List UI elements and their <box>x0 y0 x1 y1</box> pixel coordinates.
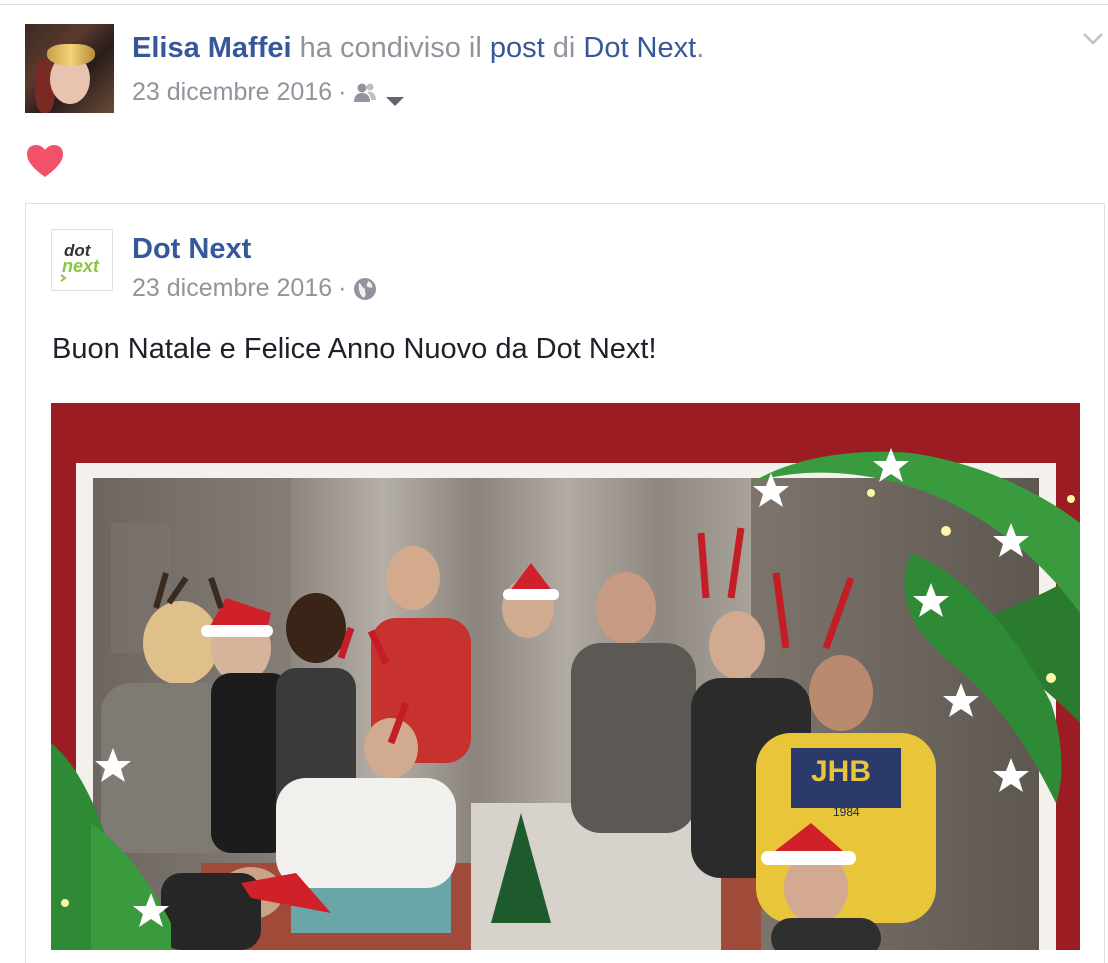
shared-post-meta: 23 dicembre 2016 · <box>132 274 378 303</box>
heart-icon <box>25 143 65 179</box>
author-avatar[interactable] <box>25 24 114 113</box>
share-meta: 23 dicembre 2016 · <box>132 78 406 107</box>
christmas-group-photo[interactable]: JHB 1984 <box>51 403 1080 950</box>
top-divider <box>0 4 1108 5</box>
shared-meta-separator: · <box>338 274 347 302</box>
post-message: Buon Natale e Felice Anno Nuovo da Dot N… <box>52 333 657 365</box>
share-header: Elisa Maffei ha condiviso il post di Dot… <box>132 32 704 65</box>
dot-next-logo[interactable]: dot next <box>51 229 113 291</box>
avatar-mask <box>47 44 95 66</box>
page-name-link[interactable]: Dot Next <box>132 233 251 266</box>
friends-icon[interactable] <box>352 82 380 104</box>
shirt-text: JHB <box>811 755 871 788</box>
shared-post-date-link[interactable]: 23 dicembre 2016 <box>132 274 332 303</box>
globe-icon[interactable] <box>352 276 378 302</box>
audience-dropdown-icon[interactable] <box>384 86 406 106</box>
of-text: di <box>552 32 576 64</box>
meta-separator: · <box>338 78 347 106</box>
author-name-link[interactable]: Elisa Maffei <box>132 32 292 64</box>
chevron-down-icon[interactable] <box>1082 30 1104 48</box>
source-page-link[interactable]: Dot Next <box>583 32 696 64</box>
post-link[interactable]: post <box>490 32 545 64</box>
shirt-number: 1984 <box>833 805 860 819</box>
logo-text-bottom: next <box>62 256 100 276</box>
share-date-link[interactable]: 23 dicembre 2016 <box>132 78 332 107</box>
header-period: . <box>696 32 705 64</box>
share-action-text: ha condiviso il <box>299 32 482 64</box>
